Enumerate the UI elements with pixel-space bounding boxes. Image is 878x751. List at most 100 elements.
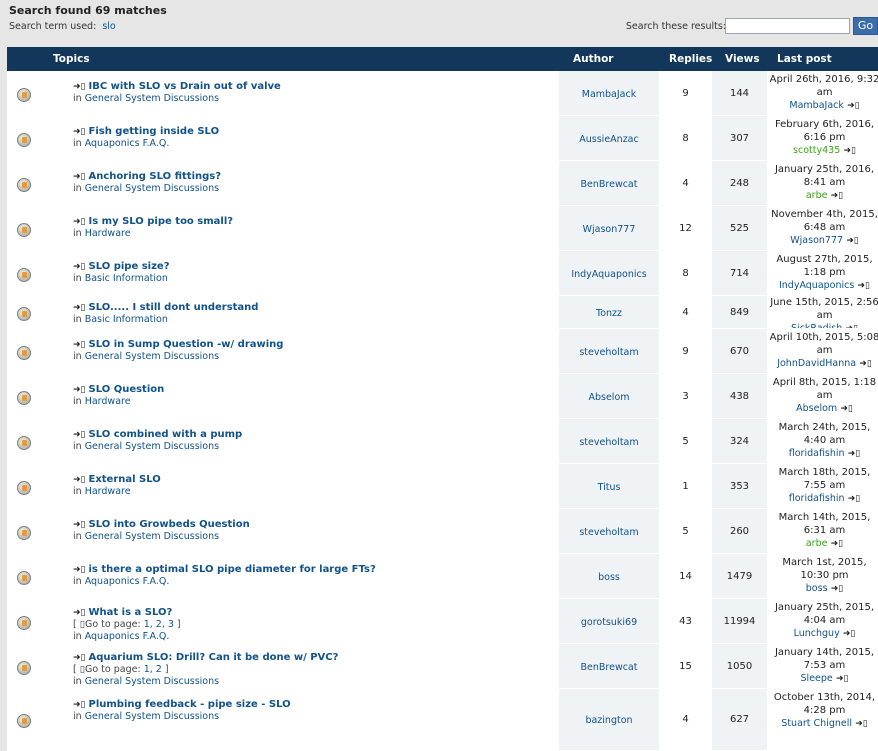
forum-link[interactable]: General System Discussions — [85, 711, 219, 722]
goto-newest-icon[interactable]: ➜▯ — [73, 172, 86, 182]
last-post-author[interactable]: arbe — [806, 538, 828, 549]
goto-newest-icon[interactable]: ➜▯ — [73, 127, 86, 137]
last-post-author[interactable]: arbe — [806, 190, 828, 201]
goto-newest-icon[interactable]: ➜▯ — [73, 340, 86, 350]
last-post-author[interactable]: floridafishin — [789, 448, 845, 459]
topic-title-link[interactable]: is there a optimal SLO pipe diameter for… — [89, 564, 376, 575]
page-links[interactable]: 1, 2, 3 — [144, 619, 174, 630]
goto-newest-icon[interactable]: ➜▯ — [73, 385, 86, 395]
author-link[interactable]: steveholtam — [559, 347, 659, 358]
replies-count: 1 — [682, 481, 689, 492]
goto-newest-icon[interactable]: ➜▯ — [73, 217, 86, 227]
topic-title-link[interactable]: SLO in Sump Question -w/ drawing — [89, 339, 284, 350]
view-latest-post-icon[interactable]: ➜▯ — [831, 539, 844, 549]
forum-link[interactable]: General System Discussions — [85, 351, 219, 362]
author-link[interactable]: steveholtam — [559, 527, 659, 538]
author-link[interactable]: boss — [559, 572, 659, 583]
last-post-author[interactable]: scotty435 — [793, 145, 840, 156]
author-link[interactable]: gorotsuki69 — [559, 617, 659, 628]
last-post-author[interactable]: Wjason777 — [790, 235, 843, 246]
forum-link[interactable]: Aquaponics F.A.Q. — [85, 631, 170, 642]
author-link[interactable]: Abselom — [559, 392, 659, 403]
last-post-author[interactable]: Lunchguy — [794, 628, 840, 639]
view-latest-post-icon[interactable]: ➜▯ — [831, 584, 844, 594]
forum-link[interactable]: General System Discussions — [85, 676, 219, 687]
goto-newest-icon[interactable]: ➜▯ — [73, 565, 86, 575]
last-post-date: March 14th, 2015, 6:31 am — [778, 512, 871, 536]
search-term-link[interactable]: slo — [102, 21, 115, 32]
goto-newest-icon[interactable]: ➜▯ — [73, 430, 86, 440]
page-links[interactable]: 1, 2 — [144, 664, 162, 675]
topic-title-link[interactable]: External SLO — [89, 474, 161, 485]
forum-link[interactable]: Hardware — [85, 486, 131, 497]
topic-title-link[interactable]: What is a SLO? — [89, 607, 173, 618]
topic-title-link[interactable]: SLO Question — [89, 384, 165, 395]
last-post-author[interactable]: MambaJack — [789, 100, 843, 111]
last-post-author[interactable]: Sleepe — [801, 673, 833, 684]
view-latest-post-icon[interactable]: ➜▯ — [847, 101, 860, 111]
view-latest-post-icon[interactable]: ➜▯ — [848, 449, 861, 459]
goto-newest-icon[interactable]: ➜▯ — [73, 262, 86, 272]
view-latest-post-icon[interactable]: ➜▯ — [840, 404, 853, 414]
topic-title-link[interactable]: Aquarium SLO: Drill? Can it be done w/ P… — [89, 652, 339, 663]
goto-newest-icon[interactable]: ➜▯ — [73, 303, 86, 313]
last-post-author[interactable]: JohnDavidHanna — [777, 358, 856, 369]
last-post-author[interactable]: Abselom — [796, 403, 837, 414]
author-link[interactable]: IndyAquaponics — [559, 269, 659, 280]
author-link[interactable]: MambaJack — [559, 89, 659, 100]
forum-link[interactable]: General System Discussions — [85, 93, 219, 104]
go-button[interactable]: Go — [853, 17, 878, 35]
view-latest-post-icon[interactable]: ➜▯ — [843, 146, 856, 156]
view-latest-post-icon[interactable]: ➜▯ — [859, 359, 872, 369]
topic-title-link[interactable]: SLO into Growbeds Question — [89, 519, 250, 530]
view-latest-post-icon[interactable]: ➜▯ — [855, 719, 868, 729]
view-latest-post-icon[interactable]: ➜▯ — [848, 494, 861, 504]
view-latest-post-icon[interactable]: ➜▯ — [836, 674, 849, 684]
author-link[interactable]: Wjason777 — [559, 224, 659, 235]
goto-newest-icon[interactable]: ➜▯ — [73, 82, 86, 92]
goto-newest-icon[interactable]: ➜▯ — [73, 475, 86, 485]
replies-count: 15 — [679, 661, 692, 672]
goto-newest-icon[interactable]: ➜▯ — [73, 608, 86, 618]
search-results-input[interactable] — [725, 18, 850, 34]
forum-link[interactable]: Hardware — [85, 396, 131, 407]
view-latest-post-icon[interactable]: ➜▯ — [846, 236, 859, 246]
topic-title-link[interactable]: Anchoring SLO fittings? — [89, 171, 222, 182]
forum-link[interactable]: General System Discussions — [85, 441, 219, 452]
search-results-label: Search these results: — [625, 21, 726, 32]
topic-title-link[interactable]: SLO combined with a pump — [89, 429, 243, 440]
last-post-author[interactable]: IndyAquaponics — [779, 280, 854, 291]
topic-title-link[interactable]: SLO pipe size? — [89, 261, 170, 272]
forum-link[interactable]: General System Discussions — [85, 531, 219, 542]
topic-title-link[interactable]: Is my SLO pipe too small? — [89, 216, 234, 227]
views-count: 714 — [729, 268, 750, 279]
forum-link[interactable]: Hardware — [85, 228, 131, 239]
topic-read-icon — [17, 178, 31, 192]
author-link[interactable]: steveholtam — [559, 437, 659, 448]
author-link[interactable]: Tonzz — [559, 308, 659, 319]
author-link[interactable]: Titus — [559, 482, 659, 493]
author-link[interactable]: AussieAnzac — [559, 134, 659, 145]
goto-newest-icon[interactable]: ➜▯ — [73, 520, 86, 530]
last-post-author[interactable]: boss — [806, 583, 828, 594]
topic-title-link[interactable]: IBC with SLO vs Drain out of valve — [89, 81, 281, 92]
last-post-author[interactable]: floridafishin — [789, 493, 845, 504]
author-link[interactable]: bazington — [559, 715, 659, 726]
topic-read-icon — [17, 346, 31, 360]
view-latest-post-icon[interactable]: ➜▯ — [858, 281, 871, 291]
author-link[interactable]: BenBrewcat — [559, 179, 659, 190]
goto-newest-icon[interactable]: ➜▯ — [73, 653, 86, 663]
forum-link[interactable]: Basic Information — [85, 314, 168, 325]
topic-title-link[interactable]: Fish getting inside SLO — [89, 126, 220, 137]
forum-link[interactable]: Aquaponics F.A.Q. — [85, 138, 170, 149]
topic-title-link[interactable]: SLO..... I still dont understand — [89, 302, 259, 313]
view-latest-post-icon[interactable]: ➜▯ — [843, 629, 856, 639]
forum-link[interactable]: Aquaponics F.A.Q. — [85, 576, 170, 587]
view-latest-post-icon[interactable]: ➜▯ — [831, 191, 844, 201]
goto-newest-icon[interactable]: ➜▯ — [73, 700, 86, 710]
last-post-author[interactable]: Stuart Chignell — [781, 718, 852, 729]
topic-title-link[interactable]: Plumbing feedback - pipe size - SLO — [89, 699, 291, 710]
author-link[interactable]: BenBrewcat — [559, 662, 659, 673]
forum-link[interactable]: Basic Information — [85, 273, 168, 284]
forum-link[interactable]: General System Discussions — [85, 183, 219, 194]
